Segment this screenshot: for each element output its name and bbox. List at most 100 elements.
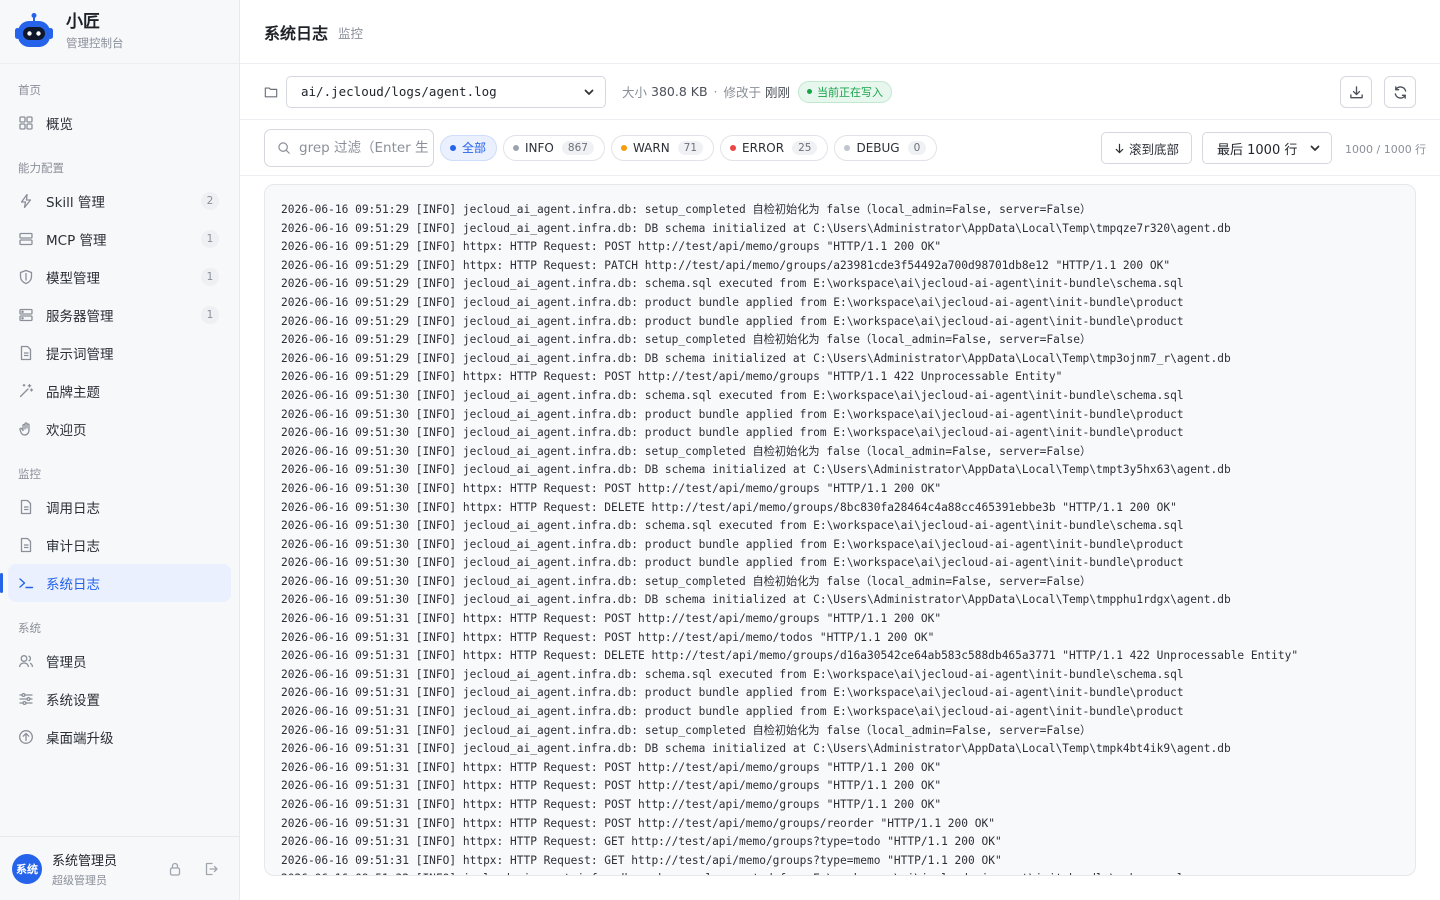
sidebar-item-models[interactable]: 模型管理 1 [8,258,231,296]
level-dot [620,144,627,151]
search-box[interactable] [264,128,434,167]
scroll-to-bottom-button[interactable]: 滚到底部 [1101,132,1193,164]
sidebar-item-skill[interactable]: Skill 管理 2 [8,182,231,220]
sidebar-item-brand-theme[interactable]: 品牌主题 [8,372,231,410]
filter-toolbar: 全部 INFO 867 WARN 71 ERROR 25 DEBUG 0 滚到底… [240,120,1440,176]
sidebar-item-prompts[interactable]: 提示词管理 [8,334,231,372]
level-dot [513,144,520,151]
sidebar-item-servers[interactable]: 服务器管理 1 [8,296,231,334]
log-line: 2026-06-16 09:51:29 [INFO] jecloud_ai_ag… [281,295,1184,309]
document-icon [18,537,34,553]
log-line: 2026-06-16 09:51:29 [INFO] jecloud_ai_ag… [281,351,1231,365]
magic-wand-icon [18,383,34,399]
separator-dot: · [713,84,718,99]
level-chip-info[interactable]: INFO 867 [503,134,605,161]
sidebar-nav: 首页 概览 能力配置 Skill 管理 2 MCP 管理 1 模型管理 1 服务… [0,64,239,756]
log-file-path: ai/.jecloud/logs/agent.log [301,84,497,99]
download-button[interactable] [1340,76,1372,108]
log-line: 2026-06-16 09:51:29 [INFO] jecloud_ai_ag… [281,221,1231,235]
lock-icon[interactable] [167,861,183,877]
status-badge: 当前正在写入 [798,80,893,103]
log-line: 2026-06-16 09:51:31 [INFO] httpx: HTTP R… [281,798,942,811]
chip-count: 25 [792,140,818,155]
sidebar: 小匠 管理控制台 首页 概览 能力配置 Skill 管理 2 MCP 管理 1 … [0,0,240,900]
refresh-button[interactable] [1384,76,1416,108]
breadcrumb: 监控 [338,26,364,41]
upgrade-icon [18,729,34,745]
server-icon [18,307,34,323]
user-name: 系统管理员 [52,853,118,869]
chip-count: 71 [677,140,704,155]
level-chip-debug[interactable]: DEBUG 0 [834,134,938,161]
file-size: 380.8 KB [651,84,708,99]
download-icon [1349,85,1364,100]
log-line: 2026-06-16 09:51:29 [INFO] httpx: HTTP R… [281,240,942,254]
sidebar-item-mcp[interactable]: MCP 管理 1 [8,220,231,258]
sidebar-item-admins[interactable]: 管理员 [8,642,231,680]
nav-group-monitor: 监控 [18,467,41,481]
page-header: 系统日志 监控 [240,0,1440,64]
log-line: 2026-06-16 09:51:31 [INFO] jecloud_ai_ag… [281,742,1231,756]
chip-count: 867 [561,140,594,155]
nav-group-capability: 能力配置 [18,161,64,175]
search-icon [277,141,299,155]
count-badge: 1 [201,306,219,324]
sidebar-item-audit-logs[interactable]: 审计日志 [8,526,231,564]
level-chip-error[interactable]: ERROR 25 [720,134,829,161]
file-meta: 大小 380.8 KB · 修改于 刚刚 当前正在写入 [622,80,893,103]
count-badge: 2 [201,192,219,210]
log-line: 2026-06-16 09:51:30 [INFO] httpx: HTTP R… [281,481,942,495]
level-chip-all[interactable]: 全部 [440,134,498,161]
sidebar-item-settings[interactable]: 系统设置 [8,680,231,718]
log-line: 2026-06-16 09:51:31 [INFO] jecloud_ai_ag… [281,667,1184,681]
sidebar-item-label: 系统设置 [46,693,100,709]
level-chip-warn[interactable]: WARN 71 [610,134,715,161]
log-line: 2026-06-16 09:51:29 [INFO] httpx: HTTP R… [281,258,1171,272]
avatar[interactable]: 系统 [12,853,42,884]
folder-icon [264,85,278,99]
hand-wave-icon [18,421,34,437]
sidebar-item-welcome[interactable]: 欢迎页 [8,410,231,448]
robot-logo-icon [14,12,54,52]
count-badge: 1 [201,268,219,286]
sidebar-item-overview[interactable]: 概览 [8,104,231,142]
sidebar-item-label: 模型管理 [46,271,100,287]
log-line: 2026-06-16 09:51:30 [INFO] httpx: HTTP R… [281,500,1177,514]
modified-label: 修改于 [723,85,762,100]
log-line: 2026-06-16 09:51:29 [INFO] httpx: HTTP R… [281,370,1063,384]
refresh-icon [1393,85,1408,100]
brand-subtitle: 管理控制台 [66,36,124,50]
scroll-bottom-label: 滚到底部 [1129,141,1180,157]
shield-icon [18,269,34,285]
sidebar-item-system-logs[interactable]: 系统日志 [0,564,231,602]
chip-label: INFO [525,140,554,155]
sidebar-item-label: 桌面端升级 [46,731,114,747]
count-badge: 1 [201,230,219,248]
line-count-select[interactable]: 最后 1000 行 [1202,132,1332,164]
sidebar-item-label: 管理员 [46,655,87,671]
log-line: 2026-06-16 09:51:31 [INFO] httpx: HTTP R… [281,816,995,830]
sidebar-item-desktop-upgrade[interactable]: 桌面端升级 [8,718,231,756]
log-line: 2026-06-16 09:51:29 [INFO] jecloud_ai_ag… [281,333,1092,347]
log-file-select[interactable]: ai/.jecloud/logs/agent.log [286,75,606,108]
sidebar-item-label: 系统日志 [46,577,100,593]
sidebar-item-label: 审计日志 [46,539,100,555]
chevron-down-icon [1309,142,1321,154]
log-viewer[interactable]: 2026-06-16 09:51:29 [INFO] jecloud_ai_ag… [264,184,1416,876]
line-count-label: 1000 / 1000 行 [1345,143,1427,156]
file-toolbar: ai/.jecloud/logs/agent.log 大小 380.8 KB ·… [240,64,1440,120]
log-line: 2026-06-16 09:51:30 [INFO] jecloud_ai_ag… [281,463,1231,477]
log-line: 2026-06-16 09:51:31 [INFO] httpx: HTTP R… [281,612,942,626]
sidebar-item-label: Skill 管理 [46,195,105,211]
terminal-icon [18,575,34,591]
log-line: 2026-06-16 09:51:31 [INFO] httpx: HTTP R… [281,853,1002,867]
grep-filter-input[interactable] [299,139,429,156]
sidebar-item-call-logs[interactable]: 调用日志 [8,488,231,526]
log-line: 2026-06-16 09:51:30 [INFO] jecloud_ai_ag… [281,556,1184,570]
log-line: 2026-06-16 09:51:31 [INFO] jecloud_ai_ag… [281,723,1092,737]
chip-label: ERROR [742,140,785,155]
logout-icon[interactable] [203,861,219,877]
status-dot [807,89,813,94]
sidebar-item-label: 品牌主题 [46,385,100,401]
log-line: 2026-06-16 09:51:30 [INFO] jecloud_ai_ag… [281,444,1092,458]
